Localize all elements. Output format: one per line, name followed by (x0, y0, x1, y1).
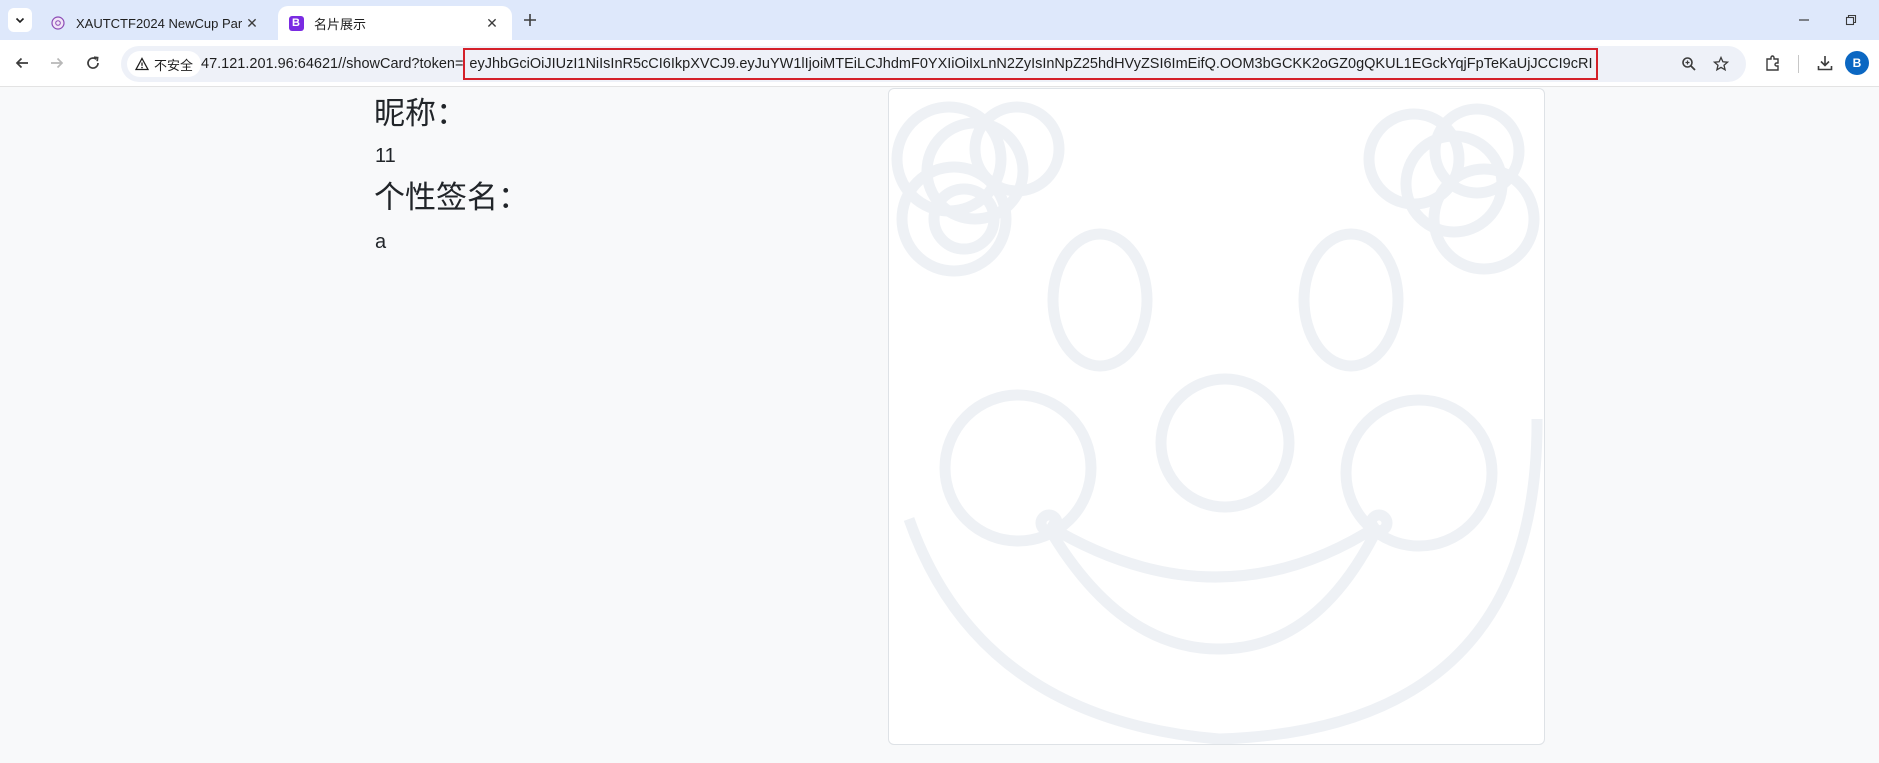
tab-title: 名片展示 (314, 16, 367, 32)
nickname-label: 昵称： (374, 96, 467, 132)
reload-icon (87, 56, 99, 69)
nickname-value: 11 (375, 145, 396, 167)
zoom-icon (1682, 57, 1696, 71)
minimize-icon (1799, 19, 1809, 21)
forward-button[interactable] (44, 50, 70, 76)
profile-avatar[interactable]: B (1845, 51, 1869, 75)
token-highlight: eyJhbGciOiJIUzI1NiIsInR5cCI6IkpXVCJ9.eyJ… (463, 48, 1599, 81)
toolbar-divider (1798, 55, 1799, 73)
tab-xautctf[interactable]: XAUTCTF2024 NewCup Part_ ✕ (40, 6, 272, 40)
reload-button[interactable] (80, 50, 106, 76)
minimize-button[interactable] (1792, 8, 1816, 32)
star-icon (1713, 56, 1729, 72)
tab-strip: XAUTCTF2024 NewCup Part_ ✕ B 名片展示 ✕ (0, 0, 1879, 40)
security-chip[interactable]: 不安全 (127, 51, 202, 77)
signature-value: a (375, 231, 387, 253)
downloads-button[interactable] (1814, 52, 1836, 74)
tab-search-button[interactable] (8, 8, 32, 32)
tab-title: XAUTCTF2024 NewCup Part_ (76, 15, 242, 31)
zoom-button[interactable] (1679, 54, 1699, 74)
b-favicon-icon: B (288, 15, 304, 31)
clown-face-avatar (891, 101, 1543, 744)
puzzle-icon (1766, 55, 1779, 71)
url-text[interactable]: 47.121.201.96:64621//showCard?token= eyJh… (201, 46, 1599, 82)
arrow-left-icon (15, 57, 28, 69)
chevron-down-icon (15, 17, 25, 24)
address-bar[interactable]: 不安全 47.121.201.96:64621//showCard?token=… (121, 46, 1746, 82)
ctf-favicon-icon (50, 15, 66, 31)
page-content: 昵称： 11 个性签名： a (0, 88, 1879, 763)
url-prefix: 47.121.201.96:64621//showCard?token= (201, 56, 464, 72)
tab-close-icon[interactable]: ✕ (242, 13, 262, 33)
warning-icon (135, 57, 149, 71)
plus-icon (524, 14, 536, 26)
arrow-right-icon (51, 57, 64, 69)
back-button[interactable] (9, 50, 35, 76)
avatar-card (888, 88, 1545, 745)
new-tab-button[interactable] (518, 8, 542, 32)
restore-button[interactable] (1839, 8, 1863, 32)
extensions-button[interactable] (1762, 52, 1784, 74)
signature-label: 个性签名： (374, 180, 529, 216)
security-label: 不安全 (154, 57, 194, 73)
download-icon (1817, 56, 1833, 71)
tab-close-icon[interactable]: ✕ (482, 13, 502, 33)
bookmark-button[interactable] (1711, 54, 1731, 74)
tab-card-display[interactable]: B 名片展示 ✕ (278, 6, 512, 40)
restore-icon (1845, 14, 1857, 26)
browser-toolbar: 不安全 47.121.201.96:64621//showCard?token=… (0, 40, 1879, 87)
